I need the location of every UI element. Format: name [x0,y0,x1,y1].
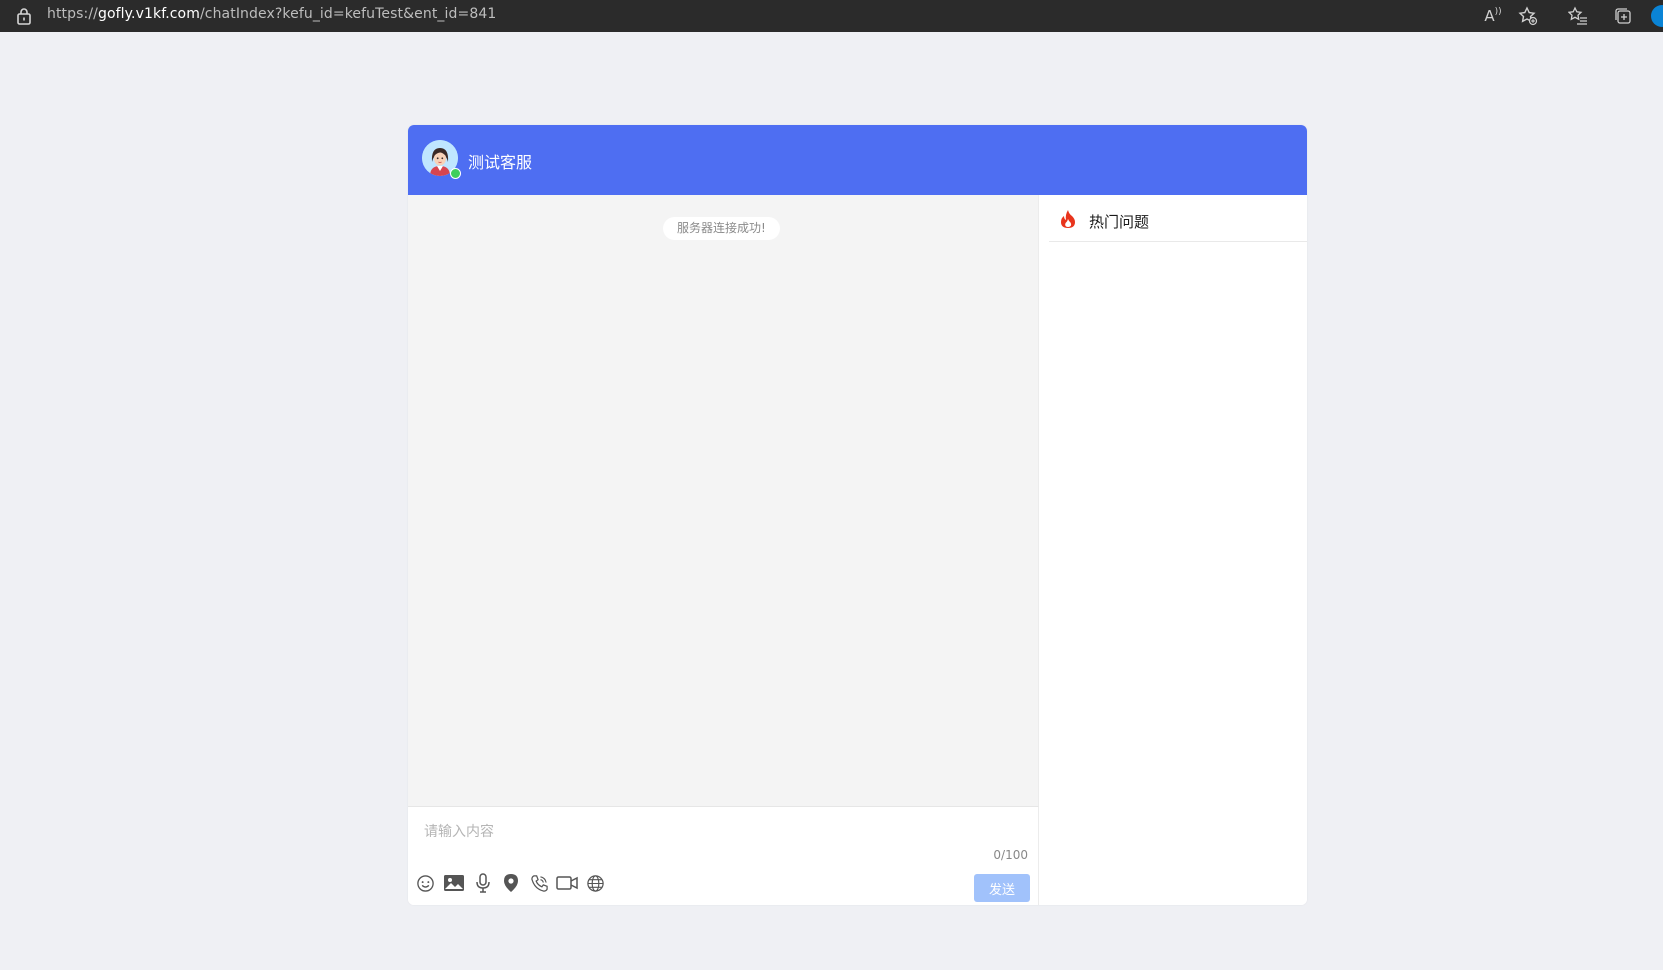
profile-avatar[interactable] [1651,5,1663,27]
hot-questions-title: 热门问题 [1089,213,1150,231]
char-count: 0/100 [993,848,1028,862]
input-area: 0/100 发送 [408,806,1039,905]
lock-icon [17,8,31,25]
input-toolbar [414,872,612,894]
online-status-dot [450,168,461,179]
hot-questions-header: 热门问题 [1049,195,1307,242]
image-icon[interactable] [442,872,466,894]
browser-address-bar: https://gofly.v1kf.com/chatIndex?kefu_id… [0,0,1663,32]
message-input[interactable] [422,819,986,845]
favorites-icon[interactable] [1567,5,1589,27]
phone-icon[interactable] [528,872,550,894]
location-icon[interactable] [500,872,522,894]
collections-icon[interactable] [1612,5,1634,27]
url-protocol: https:// [47,6,98,22]
chat-header: 测试客服 [408,125,1307,195]
fire-icon [1061,210,1075,228]
agent-name: 测试客服 [468,153,533,172]
message-list[interactable]: 服务器连接成功! [408,195,1039,806]
read-aloud-icon[interactable]: A)) [1482,5,1504,27]
url-field[interactable]: https://gofly.v1kf.com/chatIndex?kefu_id… [47,6,496,22]
globe-icon[interactable] [584,872,606,894]
add-favorite-icon[interactable] [1517,5,1539,27]
url-path: /chatIndex?kefu_id=kefuTest&ent_id=841 [199,6,497,22]
hot-questions-panel: 热门问题 [1039,195,1307,905]
chat-window: 测试客服 服务器连接成功! 0/100 [408,125,1307,905]
url-host: gofly.v1kf.com [97,6,200,22]
system-message: 服务器连接成功! [663,217,780,240]
video-icon[interactable] [556,872,578,894]
emoji-icon[interactable] [414,872,436,894]
send-button[interactable]: 发送 [974,874,1030,902]
microphone-icon[interactable] [472,872,494,894]
